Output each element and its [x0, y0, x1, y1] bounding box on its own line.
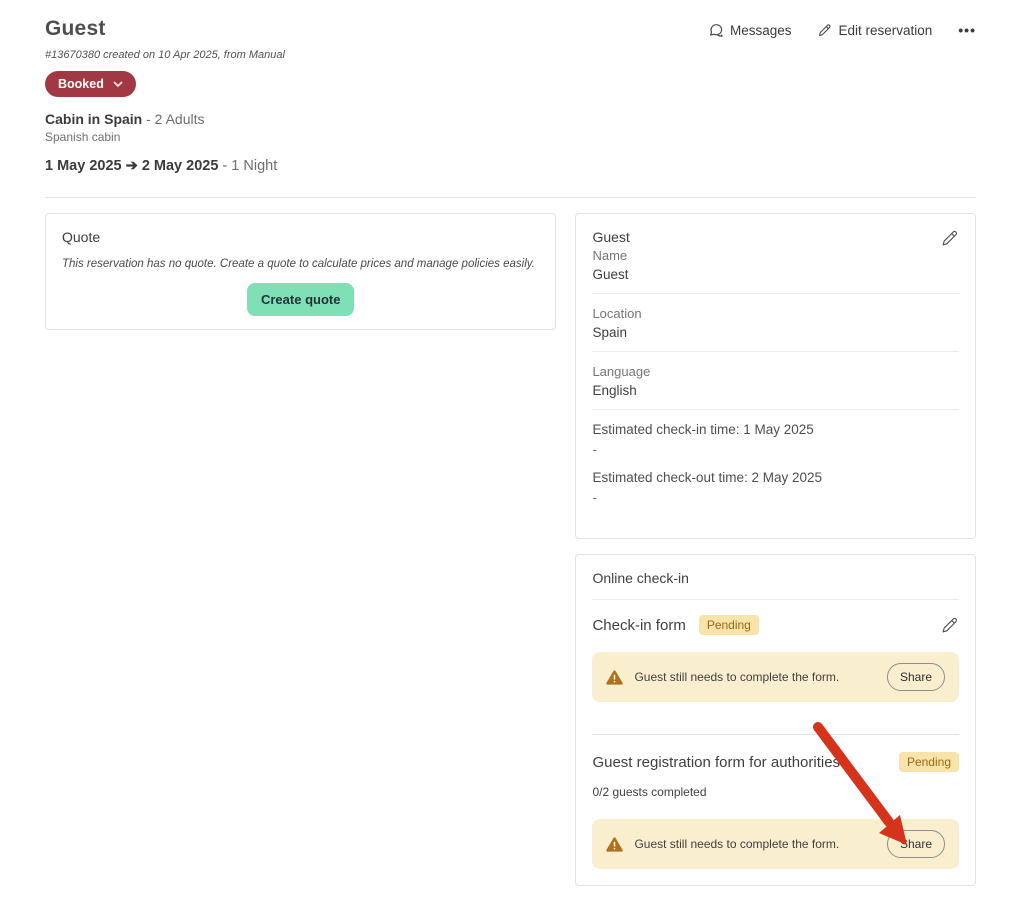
- edit-checkin-form-button[interactable]: [940, 616, 959, 635]
- chat-bubble-icon: [708, 22, 724, 38]
- share-checkin-form-button[interactable]: Share: [887, 663, 945, 691]
- more-options-button[interactable]: •••: [958, 22, 976, 38]
- main-content: Quote This reservation has no quote. Cre…: [45, 213, 976, 886]
- checkin-form-title: Check-in form: [592, 617, 685, 634]
- quote-description: This reservation has no quote. Create a …: [62, 258, 539, 270]
- header-left: Guest #13670380 created on 10 Apr 2025, …: [45, 17, 285, 174]
- alert-text: Guest still needs to complete the form.: [634, 837, 876, 851]
- pencil-icon: [940, 616, 959, 635]
- quote-title: Quote: [62, 229, 539, 245]
- alert-text: Guest still needs to complete the form.: [634, 670, 876, 684]
- create-quote-button[interactable]: Create quote: [247, 283, 354, 316]
- checkin-time-value: -: [592, 442, 959, 457]
- section-divider: [592, 734, 959, 735]
- pencil-icon: [817, 23, 832, 38]
- field-label: Language: [592, 364, 959, 379]
- date-end: 2 May 2025: [142, 158, 219, 174]
- page-title: Guest: [45, 17, 285, 41]
- quote-card: Quote This reservation has no quote. Cre…: [45, 213, 556, 330]
- guest-card: Guest Name Guest Location Spain: [575, 213, 976, 539]
- field-value: Spain: [592, 325, 959, 340]
- pencil-icon: [940, 229, 959, 248]
- edit-guest-button[interactable]: [940, 229, 959, 248]
- header-actions: Messages Edit reservation •••: [708, 22, 976, 38]
- property-line: Cabin in Spain - 2 Adults: [45, 111, 285, 127]
- reservation-page: Guest #13670380 created on 10 Apr 2025, …: [0, 0, 1026, 904]
- checkout-time-block: Estimated check-out time: 2 May 2025 -: [592, 470, 959, 505]
- property-name: Cabin in Spain: [45, 111, 142, 127]
- property-guests: - 2 Adults: [142, 111, 204, 127]
- share-registration-form-button[interactable]: Share: [887, 830, 945, 858]
- registration-form-header: Guest registration form for authorities …: [592, 752, 959, 772]
- messages-button[interactable]: Messages: [708, 22, 792, 38]
- quote-button-row: Create quote: [62, 283, 539, 316]
- right-column: Guest Name Guest Location Spain: [575, 213, 976, 886]
- checkin-time-block: Estimated check-in time: 1 May 2025 -: [592, 422, 959, 457]
- ellipsis-icon: •••: [958, 22, 976, 38]
- guest-card-title: Guest: [592, 229, 629, 245]
- property-subtitle: Spanish cabin: [45, 130, 285, 144]
- checkout-time-line: Estimated check-out time: 2 May 2025: [592, 470, 959, 485]
- warning-icon: [606, 837, 623, 852]
- checkin-form-header: Check-in form Pending: [592, 615, 959, 635]
- edit-reservation-label: Edit reservation: [838, 23, 932, 38]
- stay-dates: 1 May 2025 ➔ 2 May 2025 - 1 Night: [45, 158, 285, 174]
- guest-card-header: Guest: [592, 229, 959, 248]
- online-checkin-title: Online check-in: [592, 570, 959, 600]
- chevron-down-icon: [113, 81, 123, 88]
- checkin-time-line: Estimated check-in time: 1 May 2025: [592, 422, 959, 437]
- checkout-time-value: -: [592, 490, 959, 505]
- messages-label: Messages: [730, 23, 792, 38]
- guest-field-name: Name Guest: [592, 248, 959, 294]
- field-value: English: [592, 383, 959, 398]
- checkin-form-alert: Guest still needs to complete the form. …: [592, 652, 959, 702]
- status-badge-label: Booked: [58, 77, 104, 91]
- warning-icon: [606, 670, 623, 685]
- pending-badge: Pending: [899, 752, 959, 772]
- arrow-right-icon: ➔: [126, 158, 138, 174]
- header-divider: [45, 197, 976, 198]
- guest-field-language: Language English: [592, 364, 959, 410]
- registration-form-title: Guest registration form for authorities: [592, 754, 840, 771]
- online-checkin-card: Online check-in Check-in form Pending: [575, 554, 976, 886]
- reservation-meta: #13670380 created on 10 Apr 2025, from M…: [45, 49, 285, 61]
- guest-field-location: Location Spain: [592, 306, 959, 352]
- field-label: Location: [592, 306, 959, 321]
- pending-badge: Pending: [699, 615, 759, 635]
- status-badge[interactable]: Booked: [45, 71, 136, 97]
- field-value: Guest: [592, 267, 959, 282]
- date-start: 1 May 2025: [45, 158, 122, 174]
- field-label: Name: [592, 248, 959, 263]
- page-header: Guest #13670380 created on 10 Apr 2025, …: [45, 17, 976, 174]
- guests-completed-count: 0/2 guests completed: [592, 785, 959, 799]
- edit-reservation-button[interactable]: Edit reservation: [817, 23, 932, 38]
- registration-form-alert: Guest still needs to complete the form. …: [592, 819, 959, 869]
- stay-nights: - 1 Night: [218, 158, 277, 174]
